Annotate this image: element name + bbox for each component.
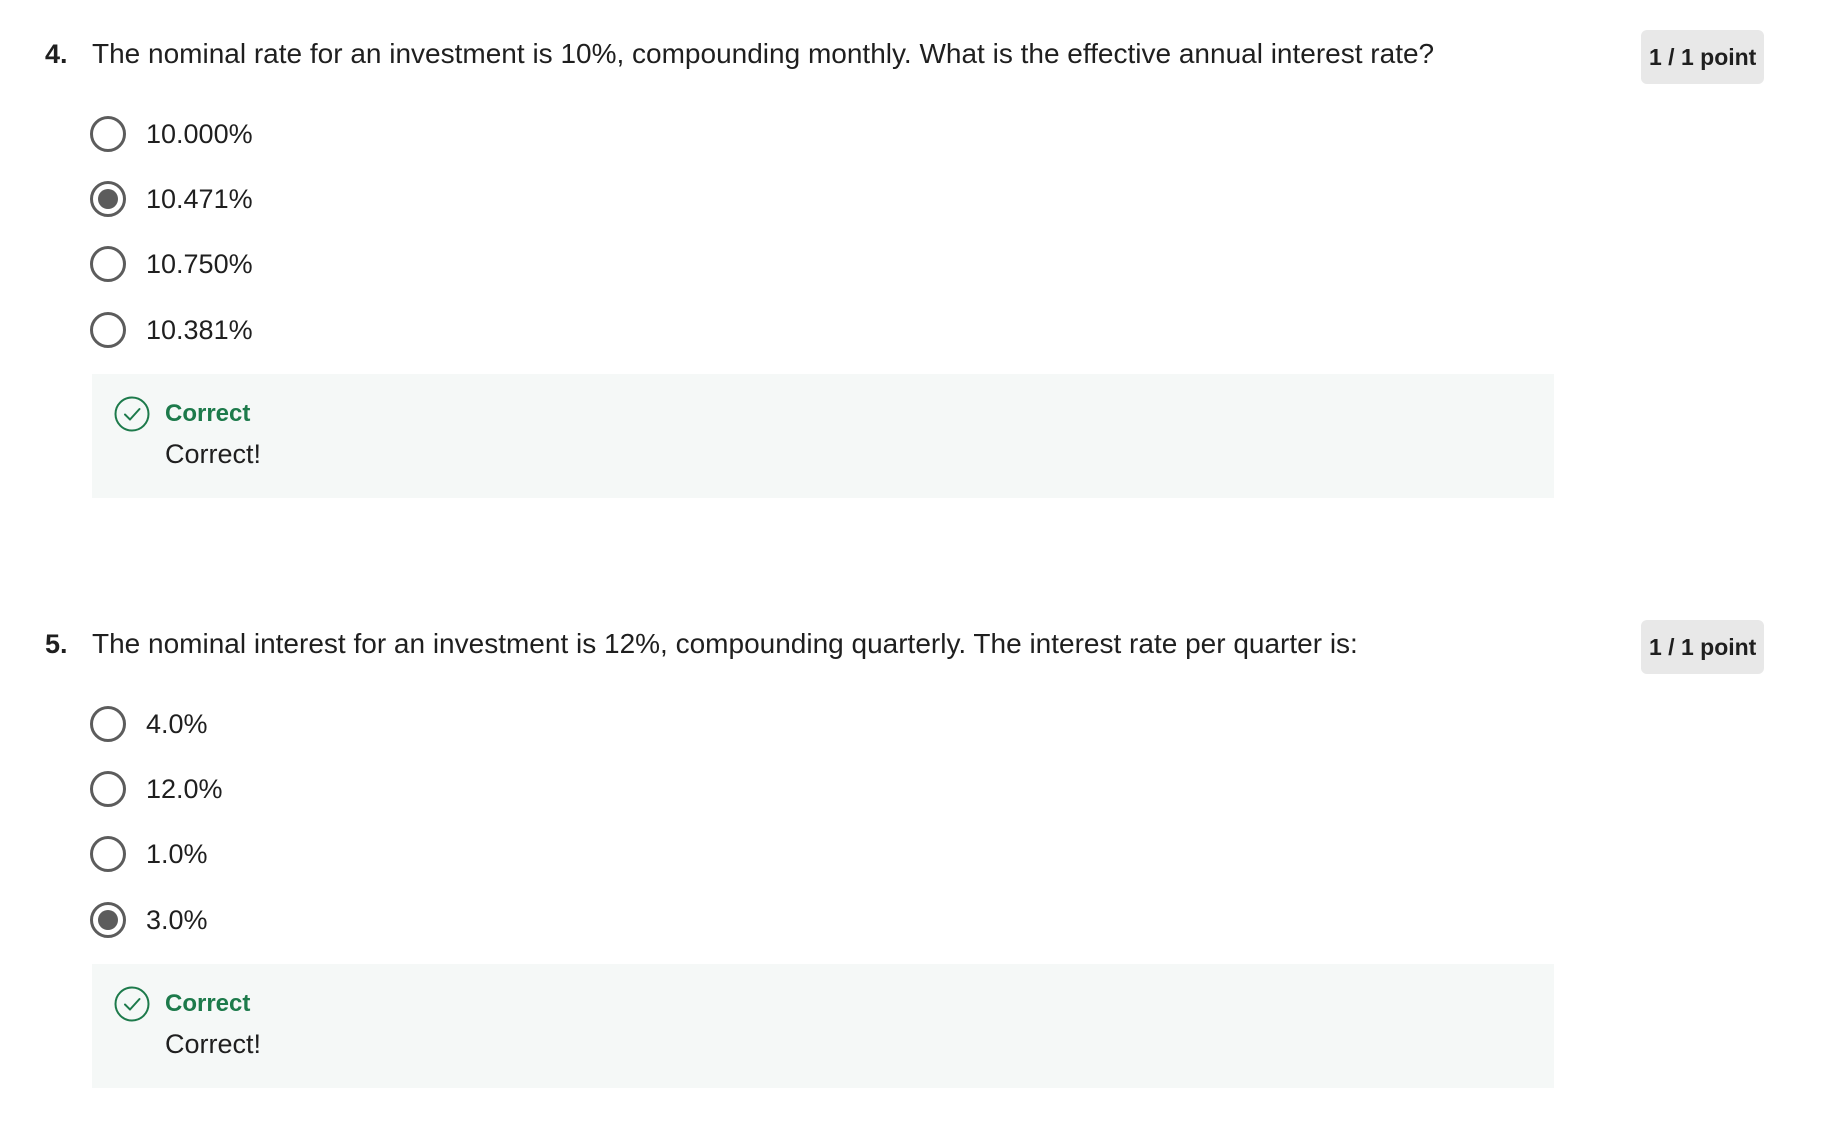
option-1[interactable]: 10.000%: [90, 114, 253, 154]
feedback-title: Correct: [165, 990, 251, 1017]
radio-button[interactable]: [90, 902, 126, 938]
option-label: 10.381%: [146, 315, 253, 345]
question-text: The nominal rate for an investment is 10…: [92, 38, 1435, 69]
feedback-box: Correct Correct!: [92, 374, 1554, 498]
option-label: 4.0%: [146, 709, 208, 739]
feedback-box: Correct Correct!: [92, 964, 1554, 1088]
radio-button[interactable]: [90, 771, 126, 807]
question-number: 5.: [45, 629, 68, 659]
check-circle-icon: [114, 986, 150, 1022]
option-label: 1.0%: [146, 839, 208, 869]
option-label: 10.000%: [146, 119, 253, 149]
radio-button[interactable]: [90, 246, 126, 282]
option-2[interactable]: 12.0%: [90, 769, 223, 809]
question-text: The nominal interest for an investment i…: [92, 628, 1358, 659]
radio-button[interactable]: [90, 706, 126, 742]
radio-button[interactable]: [90, 312, 126, 348]
feedback-text: Correct!: [165, 439, 262, 469]
option-1[interactable]: 4.0%: [90, 704, 208, 744]
option-label: 10.471%: [146, 184, 253, 214]
radio-button[interactable]: [90, 116, 126, 152]
question-number: 4.: [45, 39, 68, 69]
points-badge: 1 / 1 point: [1641, 620, 1765, 674]
points-badge: 1 / 1 point: [1641, 30, 1765, 84]
feedback-title: Correct: [165, 400, 251, 427]
check-circle-icon: [114, 396, 150, 432]
option-3[interactable]: 10.750%: [90, 244, 253, 284]
option-label: 10.750%: [146, 249, 253, 279]
option-label: 12.0%: [146, 774, 223, 804]
radio-button[interactable]: [90, 181, 126, 217]
option-label: 3.0%: [146, 905, 208, 935]
feedback-text: Correct!: [165, 1029, 262, 1059]
radio-button[interactable]: [90, 836, 126, 872]
option-3[interactable]: 1.0%: [90, 834, 208, 874]
option-4[interactable]: 10.381%: [90, 310, 253, 350]
option-4[interactable]: 3.0%: [90, 900, 208, 940]
option-2[interactable]: 10.471%: [90, 179, 253, 219]
